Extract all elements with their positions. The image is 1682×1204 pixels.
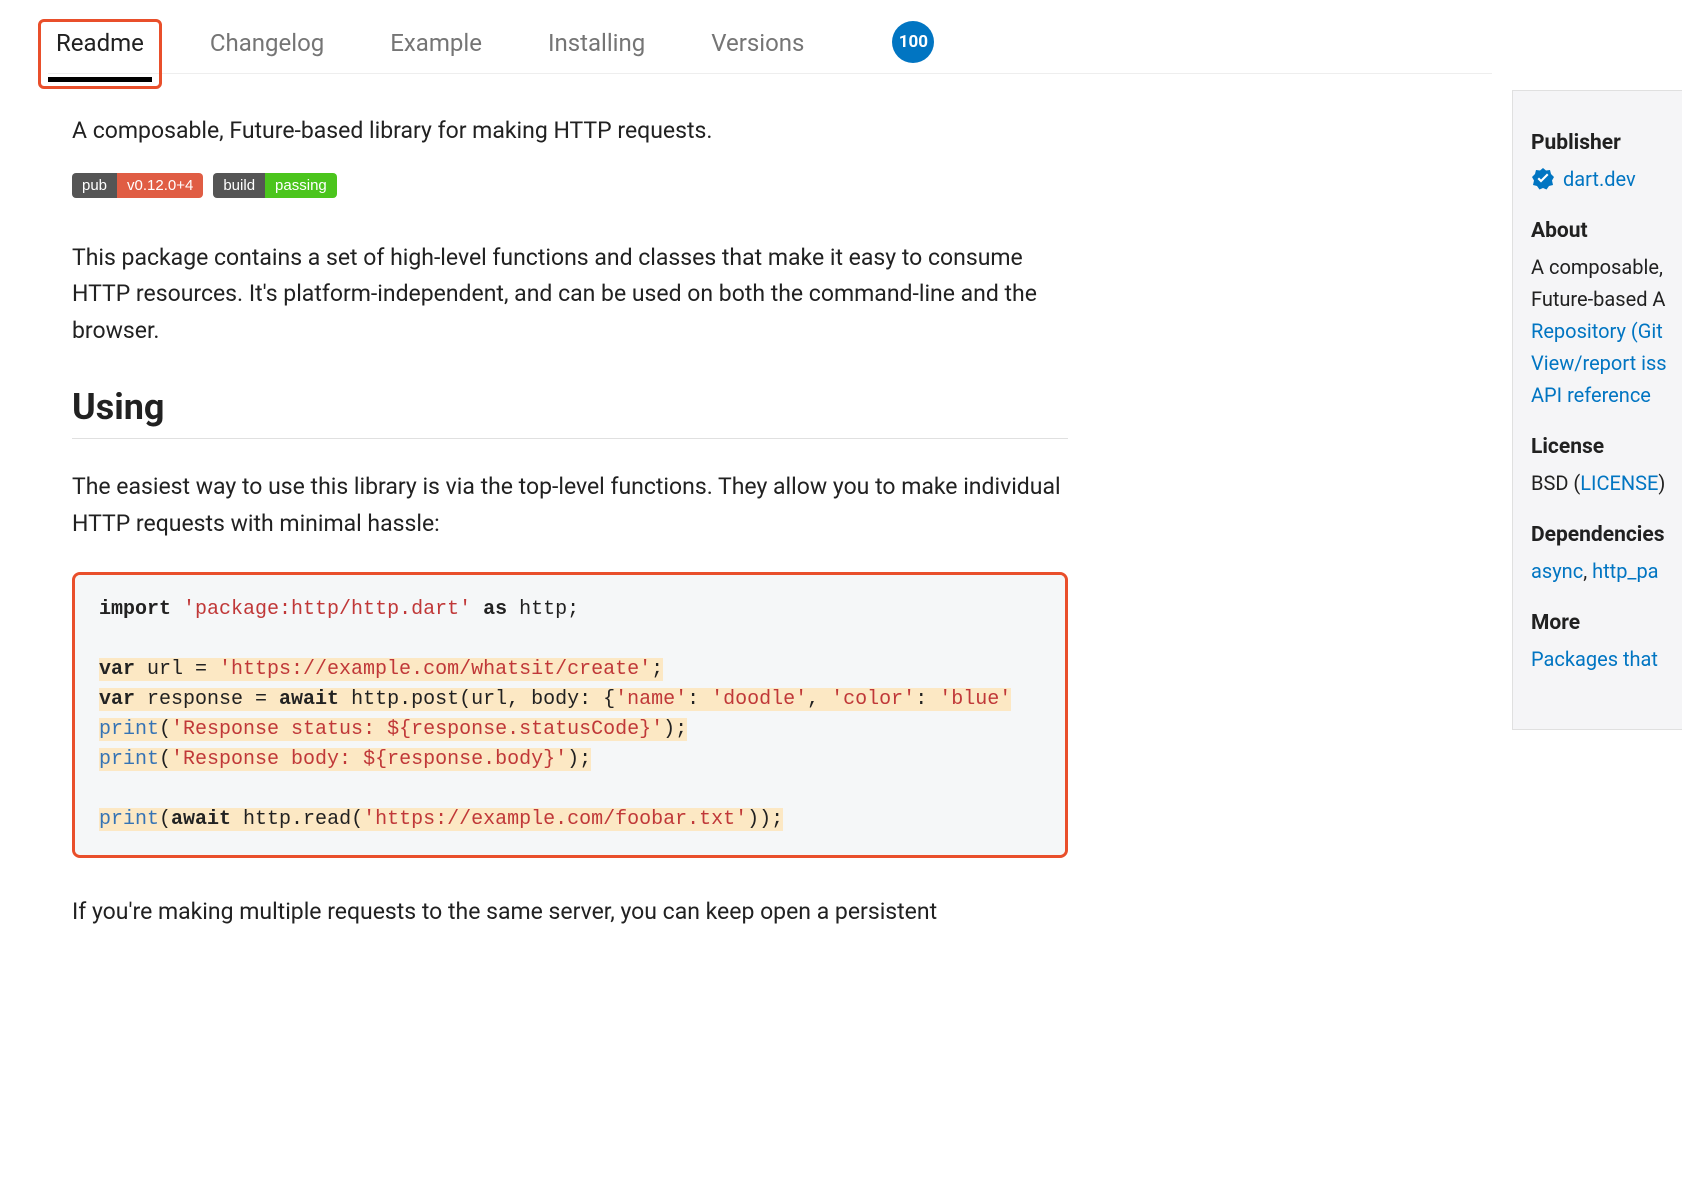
code-function: print <box>99 718 159 741</box>
code-text: , <box>807 688 831 711</box>
sidebar: Publisher dart.dev About A composable, F… <box>1512 90 1682 730</box>
using-heading: Using <box>72 386 1068 439</box>
tabs-bar: Readme Changelog Example Installing Vers… <box>48 0 1492 74</box>
code-function: print <box>99 748 159 771</box>
after-code-text: If you're making multiple requests to th… <box>72 894 1068 931</box>
code-block: import 'package:http/http.dart' as http;… <box>75 575 1065 855</box>
code-text: ( <box>159 718 171 741</box>
dependencies-section: Dependencies async, http_pa <box>1531 523 1682 587</box>
pub-badge-value: v0.12.0+4 <box>117 173 203 198</box>
code-keyword: var <box>99 688 135 711</box>
badges-row: pub v0.12.0+4 build passing <box>72 173 1068 198</box>
dependencies-heading: Dependencies <box>1531 523 1682 547</box>
build-badge-label: build <box>213 173 265 198</box>
pub-badge-label: pub <box>72 173 117 198</box>
packages-that-link[interactable]: Packages that <box>1531 647 1658 671</box>
code-string: 'color' <box>831 688 915 711</box>
license-section: License BSD (LICENSE) <box>1531 435 1682 499</box>
code-text: ; <box>651 658 663 681</box>
tab-versions[interactable]: Versions <box>703 9 812 75</box>
code-string: 'Response body: ${response.body}' <box>171 748 567 771</box>
tab-readme[interactable]: Readme <box>48 9 152 75</box>
dep-separator: , <box>1583 559 1592 583</box>
code-string: 'https://example.com/foobar.txt' <box>363 808 747 831</box>
code-string: 'doodle' <box>711 688 807 711</box>
intro-text: A composable, Future-based library for m… <box>72 114 1068 149</box>
code-string: 'name' <box>615 688 687 711</box>
code-keyword: await <box>171 808 231 831</box>
dependency-http-parser[interactable]: http_pa <box>1592 559 1658 583</box>
score-badge[interactable]: 100 <box>892 21 934 63</box>
code-text: ( <box>159 748 171 771</box>
about-text-line1: A composable, <box>1531 251 1682 283</box>
code-string: 'Response status: ${response.statusCode}… <box>171 718 663 741</box>
code-keyword: import <box>99 598 171 621</box>
code-text: : <box>915 688 939 711</box>
code-text: response = <box>135 688 279 711</box>
tab-installing[interactable]: Installing <box>540 9 653 75</box>
code-text: : <box>687 688 711 711</box>
publisher-heading: Publisher <box>1531 131 1682 155</box>
code-keyword: var <box>99 658 135 681</box>
pub-badge[interactable]: pub v0.12.0+4 <box>72 173 203 198</box>
code-block-highlight: import 'package:http/http.dart' as http;… <box>72 572 1068 858</box>
code-text: ); <box>567 748 591 771</box>
about-text-line2: Future-based A <box>1531 283 1682 315</box>
readme-content: A composable, Future-based library for m… <box>48 74 1088 951</box>
code-string: 'https://example.com/whatsit/create' <box>219 658 651 681</box>
code-text: )); <box>747 808 783 831</box>
code-text: http; <box>507 598 579 621</box>
tab-readme-label: Readme <box>56 29 144 57</box>
code-text: ); <box>663 718 687 741</box>
build-badge-value: passing <box>265 173 337 198</box>
publisher-link[interactable]: dart.dev <box>1563 163 1636 195</box>
build-badge[interactable]: build passing <box>213 173 336 198</box>
tab-example[interactable]: Example <box>382 9 490 75</box>
code-keyword: as <box>483 598 507 621</box>
dependency-async[interactable]: async <box>1531 559 1583 583</box>
license-heading: License <box>1531 435 1682 459</box>
more-heading: More <box>1531 611 1682 635</box>
code-keyword: await <box>279 688 339 711</box>
code-string: 'blue' <box>939 688 1011 711</box>
repository-link[interactable]: Repository (Git <box>1531 319 1663 343</box>
license-prefix: BSD ( <box>1531 471 1580 495</box>
about-section: About A composable, Future-based A Repos… <box>1531 219 1682 411</box>
verified-icon <box>1531 167 1555 191</box>
code-text: http.post(url, body: { <box>339 688 615 711</box>
publisher-section: Publisher dart.dev <box>1531 131 1682 195</box>
description-text: This package contains a set of high-leve… <box>72 240 1068 350</box>
license-link[interactable]: LICENSE <box>1580 471 1658 495</box>
about-heading: About <box>1531 219 1682 243</box>
code-text: ( <box>159 808 171 831</box>
more-section: More Packages that <box>1531 611 1682 675</box>
tab-changelog[interactable]: Changelog <box>202 9 332 75</box>
code-text: http.read( <box>231 808 363 831</box>
code-function: print <box>99 808 159 831</box>
code-text: url = <box>135 658 219 681</box>
code-string: 'package:http/http.dart' <box>183 598 471 621</box>
usage-description: The easiest way to use this library is v… <box>72 469 1068 543</box>
api-reference-link[interactable]: API reference <box>1531 383 1651 407</box>
issues-link[interactable]: View/report iss <box>1531 351 1667 375</box>
license-suffix: ) <box>1658 471 1665 495</box>
